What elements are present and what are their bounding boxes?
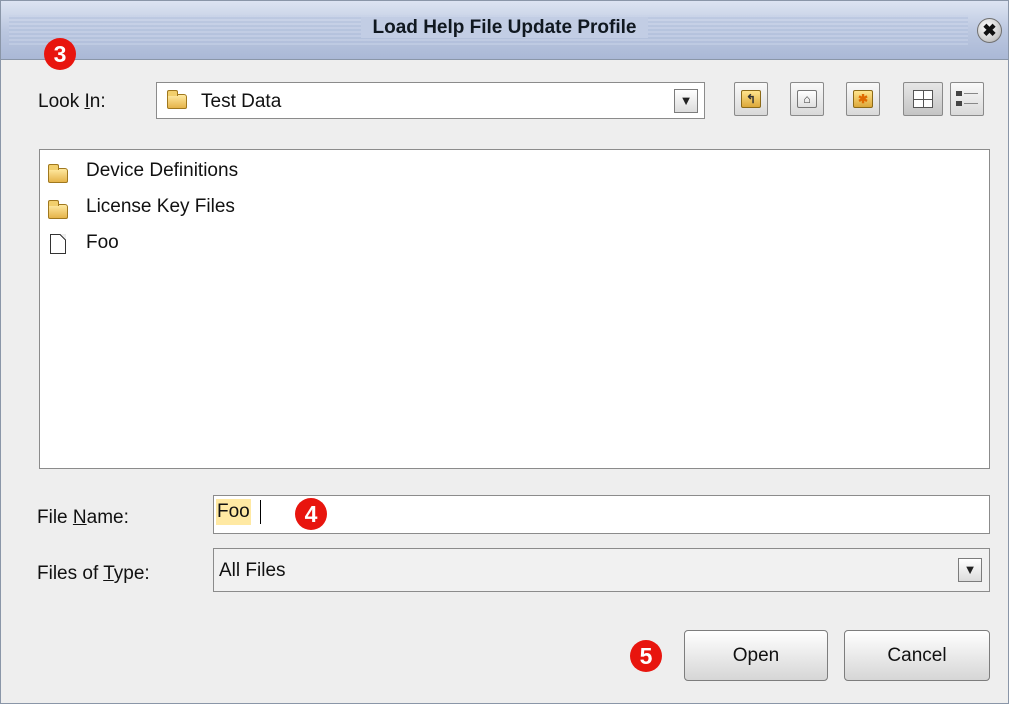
file-name: License Key Files [86, 196, 235, 217]
look-in-label: Look In: [38, 91, 106, 112]
callout-badge-4: 4 [295, 498, 327, 530]
folder-up-icon: ↰ [741, 90, 761, 108]
file-name-input[interactable]: Foo [213, 495, 990, 534]
folder-icon [167, 90, 187, 109]
folder-icon [48, 164, 68, 183]
close-button[interactable]: ✖ [977, 18, 1002, 43]
details-view-button[interactable] [950, 82, 984, 116]
details-view-icon [956, 89, 978, 109]
open-button[interactable]: Open [684, 630, 828, 681]
home-icon: ⌂ [797, 90, 817, 108]
list-item[interactable]: Foo [44, 230, 344, 258]
file-name-value: Foo [216, 499, 251, 525]
file-name: Device Definitions [86, 160, 239, 181]
file-name-label: File Name: [37, 507, 129, 528]
file-list[interactable]: Device Definitions License Key Files Foo [39, 149, 990, 469]
file-chooser-dialog: Load Help File Update Profile ✖ 3 Look I… [0, 0, 1009, 704]
file-name: Foo [86, 232, 119, 253]
title-bar[interactable]: Load Help File Update Profile ✖ [1, 1, 1008, 60]
text-caret [260, 500, 261, 524]
new-folder-button[interactable]: ✱ [846, 82, 880, 116]
up-one-level-button[interactable]: ↰ [734, 82, 768, 116]
document-icon [50, 234, 66, 254]
list-view-button[interactable] [903, 82, 943, 116]
new-folder-icon: ✱ [853, 90, 873, 108]
list-item[interactable]: Device Definitions [44, 158, 344, 186]
look-in-value: Test Data [201, 91, 282, 112]
chevron-down-icon[interactable]: ▼ [958, 558, 982, 582]
cancel-button[interactable]: Cancel [844, 630, 990, 681]
dialog-title: Load Help File Update Profile [1, 17, 1008, 39]
look-in-combo[interactable]: Test Data ▼ [156, 82, 705, 119]
callout-badge-5: 5 [630, 640, 662, 672]
files-of-type-combo[interactable]: All Files ▼ [213, 548, 990, 592]
home-button[interactable]: ⌂ [790, 82, 824, 116]
chevron-down-icon[interactable]: ▼ [674, 89, 698, 113]
list-item[interactable]: License Key Files [44, 194, 344, 222]
list-view-icon [913, 90, 933, 108]
folder-icon [48, 200, 68, 219]
callout-badge-3: 3 [44, 38, 76, 70]
files-of-type-value: All Files [219, 560, 286, 581]
files-of-type-label: Files of Type: [37, 563, 150, 584]
